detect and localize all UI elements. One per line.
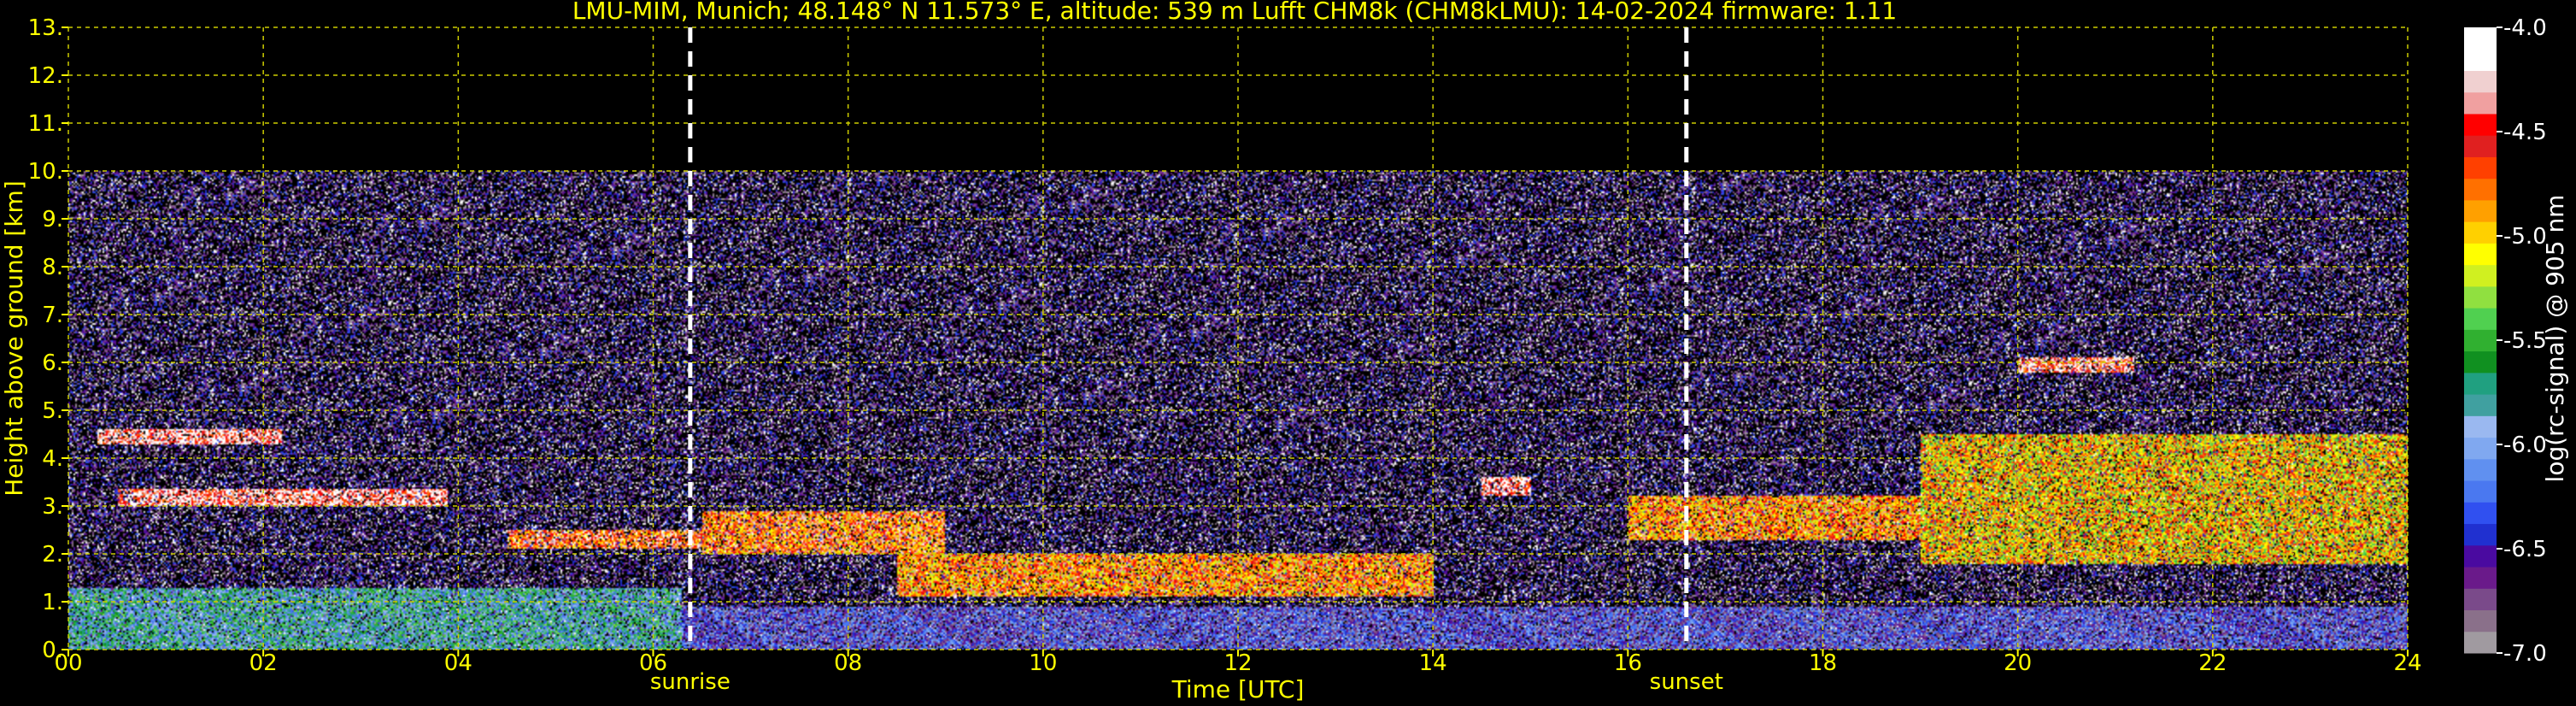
colorbar-swatch bbox=[2464, 458, 2497, 481]
y-tick-label: 3. bbox=[42, 494, 63, 520]
x-tick-label: 02 bbox=[249, 650, 278, 676]
y-tick-label: 11. bbox=[28, 111, 63, 137]
y-tick-label: 10. bbox=[28, 159, 63, 185]
y-tick-label: 12. bbox=[28, 63, 63, 89]
colorbar-swatch bbox=[2464, 135, 2497, 157]
colorbar-swatch bbox=[2464, 221, 2497, 244]
colorbar-swatch bbox=[2464, 523, 2497, 546]
colorbar-title: log(rc-signal) @ 905 nm bbox=[2541, 195, 2569, 483]
y-tick-label: 0. bbox=[42, 638, 63, 663]
y-tick-label: 4. bbox=[42, 446, 63, 472]
colorbar-swatch bbox=[2464, 285, 2497, 309]
colorbar-swatch bbox=[2464, 609, 2497, 632]
x-tick-label: 08 bbox=[834, 650, 862, 676]
x-tick-label: 04 bbox=[444, 650, 472, 676]
colorbar-tick-label: -6.5 bbox=[2503, 537, 2547, 562]
x-tick-label: 16 bbox=[1614, 650, 1642, 676]
chart-title: LMU-MIM, Munich; 48.148° N 11.573° E, al… bbox=[572, 0, 1897, 25]
colorbar-swatch bbox=[2464, 437, 2497, 460]
x-tick-label: 10 bbox=[1029, 650, 1057, 676]
colorbar-swatch bbox=[2464, 480, 2497, 503]
colorbar-swatch bbox=[2464, 372, 2497, 395]
y-tick-label: 13. bbox=[28, 15, 63, 41]
colorbar-ticks: -4.0-4.5-5.0-5.5-6.0-6.5-7.0 bbox=[2497, 15, 2547, 667]
colorbar-swatch bbox=[2464, 49, 2497, 71]
colorbar-swatch bbox=[2464, 394, 2497, 416]
colorbar-swatch bbox=[2464, 567, 2497, 589]
colorbar-tick-label: -7.0 bbox=[2503, 641, 2547, 667]
ceilometer-chart: LMU-MIM, Munich; 48.148° N 11.573° E, al… bbox=[0, 0, 2569, 703]
x-tick-label: 22 bbox=[2198, 650, 2227, 676]
y-axis-title: Height above ground [km] bbox=[0, 180, 28, 497]
x-tick-label: 12 bbox=[1223, 650, 1252, 676]
y-axis-ticks: 0. 1. 2. 3. 4. 5. 6. 7. 8. 9. 10. 11. 12. 13. bbox=[28, 15, 68, 663]
x-tick-label: 20 bbox=[2004, 650, 2032, 676]
colorbar-swatch bbox=[2464, 113, 2497, 136]
colorbar-swatch bbox=[2464, 264, 2497, 287]
colorbar-swatch bbox=[2464, 156, 2497, 179]
x-tick-label: 18 bbox=[1809, 650, 1837, 676]
x-tick-label: 14 bbox=[1419, 650, 1447, 676]
y-tick-label: 7. bbox=[42, 303, 63, 328]
colorbar-swatch bbox=[2464, 415, 2497, 438]
colorbar bbox=[2464, 27, 2497, 654]
colorbar-tick-label: -4.0 bbox=[2503, 15, 2547, 41]
colorbar-swatch bbox=[2464, 178, 2497, 201]
x-axis-title: Time [UTC] bbox=[1171, 675, 1305, 703]
colorbar-swatch bbox=[2464, 70, 2497, 93]
colorbar-swatch bbox=[2464, 502, 2497, 525]
y-tick-label: 8. bbox=[42, 255, 63, 280]
colorbar-swatch bbox=[2464, 308, 2497, 330]
colorbar-swatch bbox=[2464, 243, 2497, 266]
colorbar-swatch bbox=[2464, 631, 2497, 654]
sun-marker-label: sunset bbox=[1650, 669, 1723, 695]
colorbar-swatch bbox=[2464, 588, 2497, 611]
y-tick-label: 2. bbox=[42, 542, 63, 568]
colorbar-swatch bbox=[2464, 199, 2497, 222]
colorbar-swatch bbox=[2464, 544, 2497, 568]
y-tick-label: 6. bbox=[42, 350, 63, 376]
y-tick-label: 1. bbox=[42, 590, 63, 615]
x-axis-ticks: 00 02 04 06 08 10 12 14 16 18 20 22 24 bbox=[54, 650, 2422, 676]
colorbar-swatch bbox=[2464, 350, 2497, 374]
x-tick-label: 06 bbox=[639, 650, 667, 676]
colorbar-swatch bbox=[2464, 91, 2497, 115]
y-tick-label: 5. bbox=[42, 398, 63, 424]
x-tick-label: 24 bbox=[2393, 650, 2421, 676]
y-tick-label: 9. bbox=[42, 207, 63, 232]
colorbar-swatch bbox=[2464, 27, 2497, 50]
colorbar-tick-label: -4.5 bbox=[2503, 120, 2547, 145]
colorbar-swatch bbox=[2464, 329, 2497, 352]
